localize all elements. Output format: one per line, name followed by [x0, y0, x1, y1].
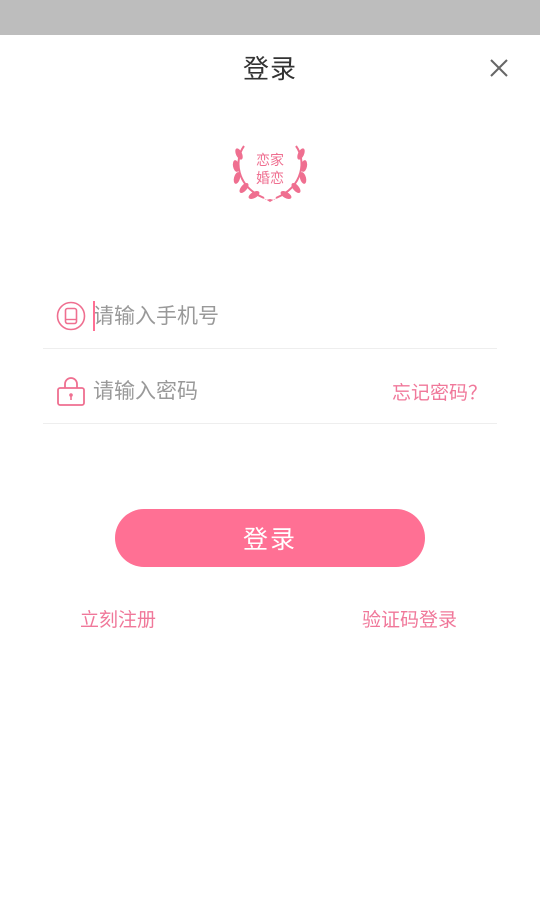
phone-row — [43, 274, 497, 349]
logo-text-line2: 婚恋 — [256, 170, 284, 187]
title-bar: 登录 — [0, 35, 540, 99]
login-button[interactable]: 登录 — [115, 509, 425, 567]
app-logo: 恋家 婚恋 — [230, 138, 310, 204]
page-title: 登录 — [242, 55, 297, 85]
password-input[interactable] — [93, 371, 393, 411]
phone-icon — [56, 301, 86, 331]
password-row: 忘记密码？ — [43, 349, 497, 424]
text-cursor — [93, 301, 95, 331]
sms-login-link[interactable]: 验证码登录 — [362, 605, 457, 632]
close-icon[interactable] — [484, 53, 514, 83]
register-link[interactable]: 立刻注册 — [80, 605, 156, 632]
status-bar — [0, 0, 540, 35]
lock-icon — [56, 376, 86, 406]
forgot-password-link[interactable]: 忘记密码？ — [392, 378, 487, 405]
laurel-wreath-logo: 恋家 婚恋 — [232, 145, 308, 202]
phone-input[interactable] — [93, 296, 393, 336]
logo-text-line1: 恋家 — [256, 152, 284, 169]
